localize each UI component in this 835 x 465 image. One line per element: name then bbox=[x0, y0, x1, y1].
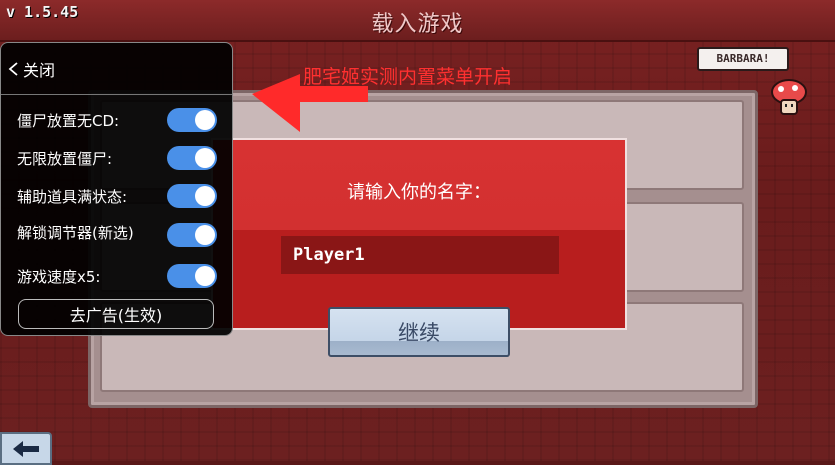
screen-title: 载入游戏 bbox=[371, 12, 464, 37]
name-entry-dialog: 请输入你的名字： bbox=[211, 138, 627, 330]
remove-ads-button[interactable]: 去广告(生效) bbox=[18, 299, 214, 329]
option-row-no-cd: 僵尸放置无CD: bbox=[17, 105, 217, 135]
close-menu-button[interactable]: 关闭 bbox=[1, 43, 232, 95]
player-name-input[interactable] bbox=[281, 236, 559, 274]
toggle-knob bbox=[195, 225, 215, 245]
cheat-menu-panel: 关闭 僵尸放置无CD: 无限放置僵尸: 辅助道具满状态: 解锁调节器(新选) 游… bbox=[0, 42, 233, 336]
toggle-switch[interactable] bbox=[167, 223, 217, 247]
option-label: 僵尸放置无CD: bbox=[17, 111, 120, 130]
toggle-knob bbox=[195, 148, 215, 168]
option-label: 辅助道具满状态: bbox=[17, 187, 128, 206]
toggle-switch[interactable] bbox=[167, 108, 217, 132]
option-row-unlock-modifier: 解锁调节器(新选) bbox=[17, 220, 217, 250]
option-row-unlimited-place: 无限放置僵尸: bbox=[17, 143, 217, 173]
close-label: 关闭 bbox=[23, 60, 56, 80]
mushroom-character-icon bbox=[771, 79, 807, 115]
arrow-left-icon bbox=[13, 440, 39, 457]
option-label: 游戏速度x5: bbox=[17, 267, 101, 286]
chevron-left-icon bbox=[8, 61, 18, 76]
option-row-game-speed: 游戏速度x5: bbox=[17, 261, 217, 291]
back-button[interactable] bbox=[0, 432, 52, 465]
toggle-switch[interactable] bbox=[167, 184, 217, 208]
toggle-switch[interactable] bbox=[167, 264, 217, 288]
toggle-knob bbox=[195, 110, 215, 130]
continue-button[interactable]: 继续 bbox=[328, 307, 510, 357]
annotation-text: 肥宅姬实测内置菜单开启 bbox=[303, 66, 513, 88]
option-label: 无限放置僵尸: bbox=[17, 149, 113, 168]
dialog-prompt: 请输入你的名字： bbox=[347, 182, 491, 203]
option-row-full-items: 辅助道具满状态: bbox=[17, 181, 217, 211]
toggle-knob bbox=[195, 186, 215, 206]
toggle-switch[interactable] bbox=[167, 146, 217, 170]
option-label: 解锁调节器(新选) bbox=[17, 224, 134, 242]
toggle-knob bbox=[195, 266, 215, 286]
speech-bubble: BARBARA! bbox=[697, 47, 789, 71]
